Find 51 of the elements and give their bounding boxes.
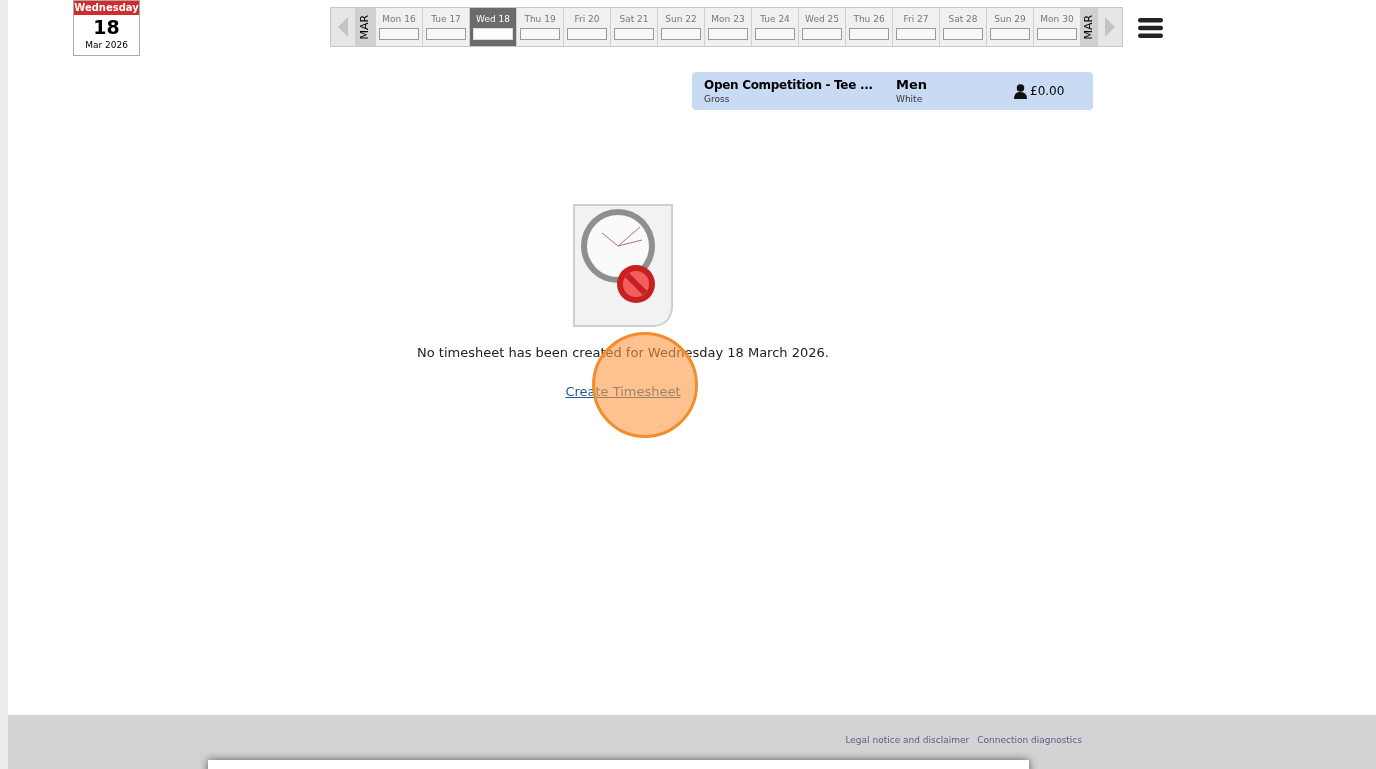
day-tab[interactable]: Fri 20 <box>563 8 610 46</box>
day-indicator <box>426 28 466 40</box>
menu-button[interactable] <box>1138 17 1163 38</box>
day-tab[interactable]: Mon 16 <box>375 8 422 46</box>
previous-arrow-button[interactable] <box>331 8 355 46</box>
footer-link[interactable]: Connection diagnostics <box>977 734 1082 748</box>
day-indicator <box>755 28 795 40</box>
weekday-label: Wednesday <box>74 1 139 15</box>
day-tab[interactable]: Sat 21 <box>610 8 657 46</box>
event-title: Open Competition - Tee ... <box>704 77 873 93</box>
event-subtitle: Gross <box>704 93 730 105</box>
day-indicator <box>896 28 936 40</box>
event-bar[interactable]: Open Competition - Tee ... Gross Men White £0.00 <box>692 72 1093 110</box>
day-indicator <box>473 28 513 40</box>
day-tab[interactable]: Sun 22 <box>657 8 704 46</box>
day-tab[interactable]: Tue 24 <box>751 8 798 46</box>
day-tab[interactable]: Wed 18 <box>469 8 516 46</box>
day-indicator <box>520 28 560 40</box>
day-indicator <box>379 28 419 40</box>
day-indicator <box>708 28 748 40</box>
day-tab[interactable]: Wed 25 <box>798 8 845 46</box>
footer-link[interactable]: Legal notice and disclaimer <box>845 734 970 748</box>
day-indicator <box>567 28 607 40</box>
day-tab[interactable]: Mon 23 <box>704 8 751 46</box>
day-tab[interactable]: Tue 17 <box>422 8 469 46</box>
day-tab[interactable]: Thu 26 <box>845 8 892 46</box>
month-label: MAR <box>1080 14 1096 40</box>
day-indicator <box>849 28 889 40</box>
person-icon <box>1014 83 1027 99</box>
month-label: MAR <box>356 14 372 40</box>
right-arrow-icon <box>1105 17 1115 37</box>
day-indicator <box>802 28 842 40</box>
day-tab[interactable]: Fri 27 <box>892 8 939 46</box>
price-label: £0.00 <box>1030 83 1065 100</box>
day-tab[interactable]: Sun 29 <box>986 8 1033 46</box>
day-tab[interactable]: Mon 30 <box>1033 8 1080 46</box>
day-number: 18 <box>93 15 120 39</box>
day-indicator <box>614 28 654 40</box>
event-category: Men <box>896 77 927 93</box>
clock-document-icon <box>572 203 674 328</box>
day-indicator <box>943 28 983 40</box>
event-tee: White <box>896 93 923 105</box>
month-year-label: Mar 2026 <box>85 39 128 51</box>
day-indicator <box>990 28 1030 40</box>
day-tab[interactable]: Thu 19 <box>516 8 563 46</box>
menu-icon <box>1138 17 1163 38</box>
day-tab[interactable]: Sat 28 <box>939 8 986 46</box>
next-arrow-button[interactable] <box>1098 8 1122 46</box>
day-indicator <box>1037 28 1077 40</box>
day-indicator <box>661 28 701 40</box>
left-arrow-icon <box>338 17 348 37</box>
